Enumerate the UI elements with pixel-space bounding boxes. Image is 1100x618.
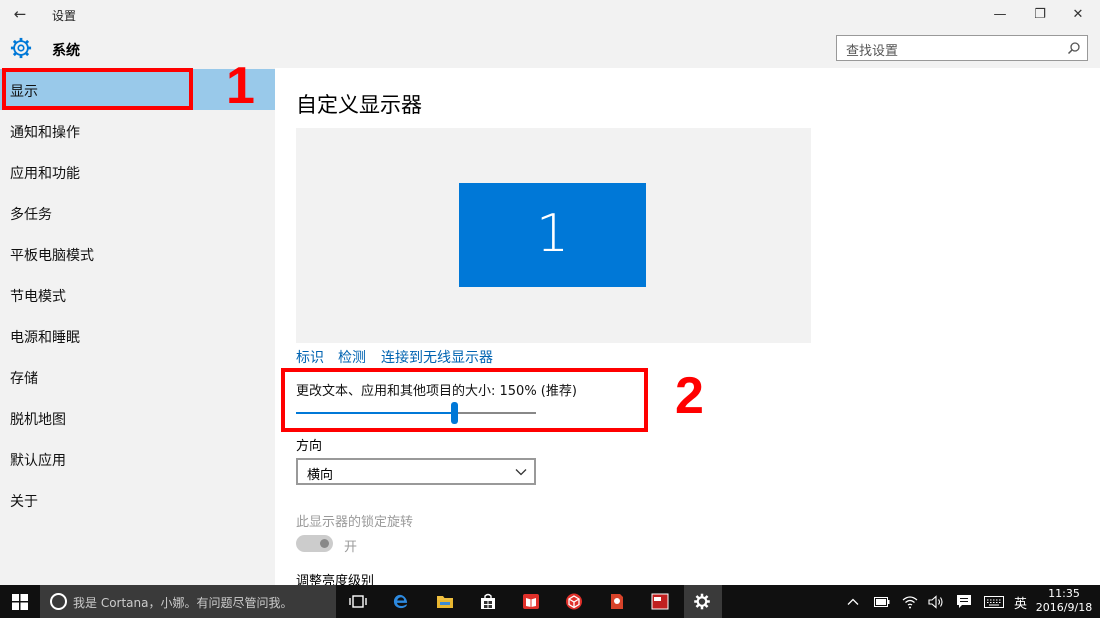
sidebar-item-label: 节电模式 xyxy=(10,289,66,305)
folder-icon xyxy=(437,596,453,608)
sidebar-item-label: 默认应用 xyxy=(10,453,66,469)
clock[interactable]: 11:35 2016/9/18 xyxy=(1034,587,1094,615)
keyboard-icon[interactable] xyxy=(984,596,1004,608)
reader-taskbar-button[interactable] xyxy=(513,585,549,618)
red-document-app-icon xyxy=(611,594,623,609)
back-button[interactable]: ← xyxy=(8,4,32,26)
gear-icon xyxy=(694,593,710,610)
rotation-lock-toggle[interactable] xyxy=(296,535,333,552)
settings-taskbar-button[interactable] xyxy=(684,585,722,618)
windows-logo-icon xyxy=(12,594,28,610)
3d-app-taskbar-button[interactable] xyxy=(556,585,592,618)
sidebar-item-power-sleep[interactable]: 电源和睡眠 xyxy=(0,315,275,356)
sidebar-item-about[interactable]: 关于 xyxy=(0,479,275,520)
close-icon: ✕ xyxy=(1072,7,1084,22)
task-view-icon xyxy=(349,595,367,608)
cortana-placeholder: 我是 Cortana，小娜。有问题尽管问我。 xyxy=(73,596,293,610)
settings-header: 系统 查找设置 xyxy=(0,30,1100,68)
book-app-icon xyxy=(523,594,539,609)
search-input[interactable]: 查找设置 xyxy=(836,35,1088,61)
sidebar-item-tablet-mode[interactable]: 平板电脑模式 xyxy=(0,233,275,274)
edge-browser-icon xyxy=(393,594,408,609)
detect-link[interactable]: 检测 xyxy=(338,347,366,367)
orientation-dropdown[interactable]: 横向 xyxy=(296,458,536,485)
chevron-up-icon[interactable] xyxy=(847,596,859,608)
sidebar-item-label: 电源和睡眠 xyxy=(10,330,80,346)
sidebar-item-storage[interactable]: 存储 xyxy=(0,356,275,397)
store-taskbar-button[interactable] xyxy=(470,585,506,618)
gear-icon xyxy=(10,37,32,59)
sidebar-item-label: 脱机地图 xyxy=(10,412,66,428)
toggle-knob xyxy=(320,539,329,548)
restore-icon: ❐ xyxy=(1034,7,1046,22)
video-app-taskbar-button[interactable] xyxy=(642,585,678,618)
rotation-lock-label: 此显示器的锁定旋转 xyxy=(296,515,414,530)
display-arrangement: 1 xyxy=(296,128,811,343)
orientation-label: 方向 xyxy=(296,439,323,454)
sidebar-item-notifications[interactable]: 通知和操作 xyxy=(0,110,275,151)
video-app-icon xyxy=(651,593,669,610)
sidebar-item-label: 通知和操作 xyxy=(10,125,80,141)
wireless-display-link[interactable]: 连接到无线显示器 xyxy=(381,347,493,367)
file-explorer-taskbar-button[interactable] xyxy=(427,585,463,618)
sidebar-item-label: 关于 xyxy=(10,494,38,510)
sidebar-item-label: 存储 xyxy=(10,371,38,387)
annotation-number-1: 1 xyxy=(226,57,255,115)
search-icon[interactable] xyxy=(1067,41,1081,55)
wifi-icon[interactable] xyxy=(902,595,918,609)
window-title: 设置 xyxy=(52,9,77,23)
red-app-taskbar-button[interactable] xyxy=(599,585,635,618)
page-category-title: 系统 xyxy=(52,43,80,59)
input-method-indicator[interactable]: 英 xyxy=(1014,593,1027,612)
start-button[interactable] xyxy=(0,585,40,618)
annotation-box-2 xyxy=(281,368,648,432)
identify-link[interactable]: 标识 xyxy=(296,347,324,367)
chevron-down-icon xyxy=(515,469,527,476)
sidebar-item-battery-saver[interactable]: 节电模式 xyxy=(0,274,275,315)
back-arrow-icon: ← xyxy=(13,5,27,23)
cortana-icon xyxy=(50,593,67,610)
notification-icon[interactable] xyxy=(956,594,972,609)
sidebar-item-label: 多任务 xyxy=(10,207,52,223)
clock-time: 11:35 xyxy=(1048,587,1080,600)
rotation-lock-state: 开 xyxy=(344,540,358,555)
title-bar: ← 设置 — ❐ ✕ xyxy=(0,0,1100,30)
monitor-tile[interactable]: 1 xyxy=(459,183,646,287)
minimize-icon: — xyxy=(993,7,1007,22)
sidebar-item-default-apps[interactable]: 默认应用 xyxy=(0,438,275,479)
sidebar-item-offline-maps[interactable]: 脱机地图 xyxy=(0,397,275,438)
task-view-button[interactable] xyxy=(340,585,376,618)
battery-icon[interactable] xyxy=(874,597,890,607)
sidebar-item-label: 应用和功能 xyxy=(10,166,80,182)
annotation-box-1 xyxy=(2,68,193,110)
sidebar-item-label: 平板电脑模式 xyxy=(10,248,94,264)
search-placeholder: 查找设置 xyxy=(846,44,899,59)
store-bag-icon xyxy=(481,593,495,609)
page-title: 自定义显示器 xyxy=(296,93,422,117)
close-button[interactable]: ✕ xyxy=(1058,0,1098,30)
volume-icon[interactable] xyxy=(928,595,944,609)
cube-app-icon xyxy=(566,593,582,610)
minimize-button[interactable]: — xyxy=(980,0,1020,30)
cortana-search-box[interactable]: 我是 Cortana，小娜。有问题尽管问我。 xyxy=(40,585,336,618)
clock-date: 2016/9/18 xyxy=(1035,601,1093,614)
orientation-value: 横向 xyxy=(307,468,334,483)
edge-taskbar-button[interactable] xyxy=(383,585,419,618)
sidebar-item-multitasking[interactable]: 多任务 xyxy=(0,192,275,233)
maximize-button[interactable]: ❐ xyxy=(1020,0,1060,30)
sidebar-item-apps[interactable]: 应用和功能 xyxy=(0,151,275,192)
annotation-number-2: 2 xyxy=(675,367,704,425)
taskbar: 我是 Cortana，小娜。有问题尽管问我。 英 11:35 2016/9/18 xyxy=(0,585,1100,618)
